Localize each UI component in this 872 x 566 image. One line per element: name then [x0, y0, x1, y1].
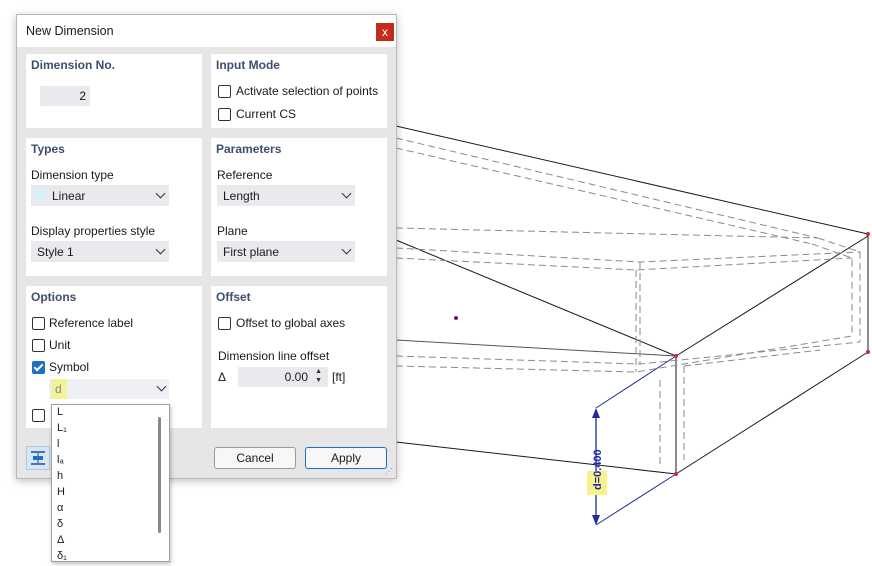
dimension-no-value: 2 [79, 89, 86, 103]
spin-up-icon[interactable]: ▲ [315, 368, 322, 375]
symbol-option[interactable]: H [57, 486, 65, 498]
dimension-no-panel: Dimension No. 2 [26, 54, 202, 128]
symbol-checkbox[interactable] [32, 361, 45, 374]
hidden-edge [395, 247, 861, 263]
offset-global-axes-label: Offset to global axes [236, 316, 346, 330]
current-cs-label: Current CS [236, 107, 297, 121]
reference-label: Reference [217, 168, 273, 182]
dimension-tool-button[interactable] [26, 446, 50, 470]
activate-selection-label: Activate selection of points [236, 84, 379, 98]
hidden-edge [395, 147, 813, 245]
dimension-arrow-top [592, 408, 600, 418]
hidden-edge [395, 227, 819, 239]
panel-title: Options [31, 290, 77, 304]
symbol-option[interactable]: h [57, 470, 63, 482]
symbol-text: Symbol [49, 360, 90, 374]
title-bar[interactable]: New Dimension x [17, 15, 396, 47]
current-cs-checkbox[interactable] [218, 108, 231, 121]
panel-title: Input Mode [216, 58, 280, 72]
offset-global-axes-checkbox[interactable] [218, 317, 231, 330]
chevron-down-icon [341, 188, 352, 199]
plane-select[interactable]: First plane [217, 241, 355, 262]
panel-title: Offset [216, 290, 251, 304]
reference-label-checkbox[interactable] [32, 317, 45, 330]
symbol-option[interactable]: δ₁ [57, 550, 67, 562]
node-point [866, 232, 870, 236]
unit-checkbox[interactable] [32, 339, 45, 352]
line-offset-value: 0.00 [284, 370, 308, 384]
display-style-value: Style 1 [37, 245, 74, 259]
line-offset-unit: [ft] [332, 370, 346, 384]
apply-button[interactable]: Apply [305, 447, 387, 469]
offset-panel: Offset Offset to global axes Dimension l… [211, 286, 387, 428]
hidden-edge [395, 137, 819, 239]
symbol-option[interactable]: L₁ [57, 422, 67, 434]
slab-edge [395, 239, 677, 357]
dimension-tool-icon [31, 451, 45, 465]
dimension-extension-line [595, 473, 677, 526]
slab-edge [675, 351, 869, 475]
spin-down-icon[interactable]: ▼ [315, 377, 322, 384]
chevron-down-icon [156, 381, 167, 392]
slab-edge [395, 339, 677, 357]
line-offset-input[interactable]: 0.00 ▲ ▼ [238, 367, 328, 387]
slab-edge [395, 441, 677, 475]
center-point [454, 316, 458, 320]
plane-value: First plane [223, 245, 280, 259]
symbol-option[interactable]: α [57, 502, 63, 514]
type-color-swatch [36, 190, 46, 200]
panel-title: Parameters [216, 142, 282, 156]
panel-title: Types [31, 142, 65, 156]
dialog-title: New Dimension [26, 24, 114, 38]
dimension-type-select[interactable]: Linear [31, 185, 169, 206]
symbol-option[interactable]: Δ [57, 534, 64, 546]
line-offset-label: Dimension line offset [218, 349, 330, 363]
activate-selection-checkbox[interactable] [218, 85, 231, 98]
input-mode-panel: Input Mode Activate selection of points … [211, 54, 387, 128]
symbol-select[interactable]: d [49, 379, 169, 399]
parameters-panel: Parameters Reference Length Plane First … [211, 138, 387, 276]
symbol-option[interactable]: δ [57, 518, 63, 530]
chevron-down-icon [155, 188, 166, 199]
close-button[interactable]: x [376, 23, 394, 41]
node-point [674, 354, 678, 358]
reference-value: Length [223, 189, 260, 203]
reference-label-text: Reference label [49, 316, 134, 330]
hidden-edge [811, 243, 853, 336]
dimension-type-value: Linear [52, 189, 86, 203]
display-style-select[interactable]: Style 1 [31, 241, 169, 262]
dimension-type-label: Dimension type [31, 168, 114, 182]
node-point [866, 350, 870, 354]
chevron-down-icon [341, 244, 352, 255]
hidden-option-checkbox[interactable] [32, 409, 45, 422]
chevron-down-icon [155, 244, 166, 255]
types-panel: Types Dimension type Linear Display prop… [26, 138, 202, 276]
resize-grip-icon[interactable]: ⋰ [385, 467, 393, 476]
display-style-label: Display properties style [31, 224, 156, 238]
symbol-value: d [55, 382, 62, 396]
dimension-label[interactable]: d=0.400 [592, 449, 604, 490]
reference-select[interactable]: Length [217, 185, 355, 206]
node-point [674, 472, 678, 476]
symbol-option[interactable]: lₐ [57, 454, 64, 466]
unit-text: Unit [49, 338, 71, 352]
delta-symbol: Δ [218, 370, 227, 384]
symbol-option[interactable]: L [57, 406, 63, 418]
dropdown-scrollbar[interactable] [158, 417, 161, 533]
symbol-dropdown-list[interactable]: L L₁ l lₐ h Hα δ Δδ₁ [51, 404, 170, 562]
panel-title: Dimension No. [31, 58, 116, 72]
dimension-no-field[interactable]: 2 [40, 86, 90, 106]
cancel-button[interactable]: Cancel [214, 447, 296, 469]
symbol-option[interactable]: l [57, 438, 59, 450]
plane-label: Plane [217, 224, 248, 238]
slab-edge [395, 125, 869, 235]
